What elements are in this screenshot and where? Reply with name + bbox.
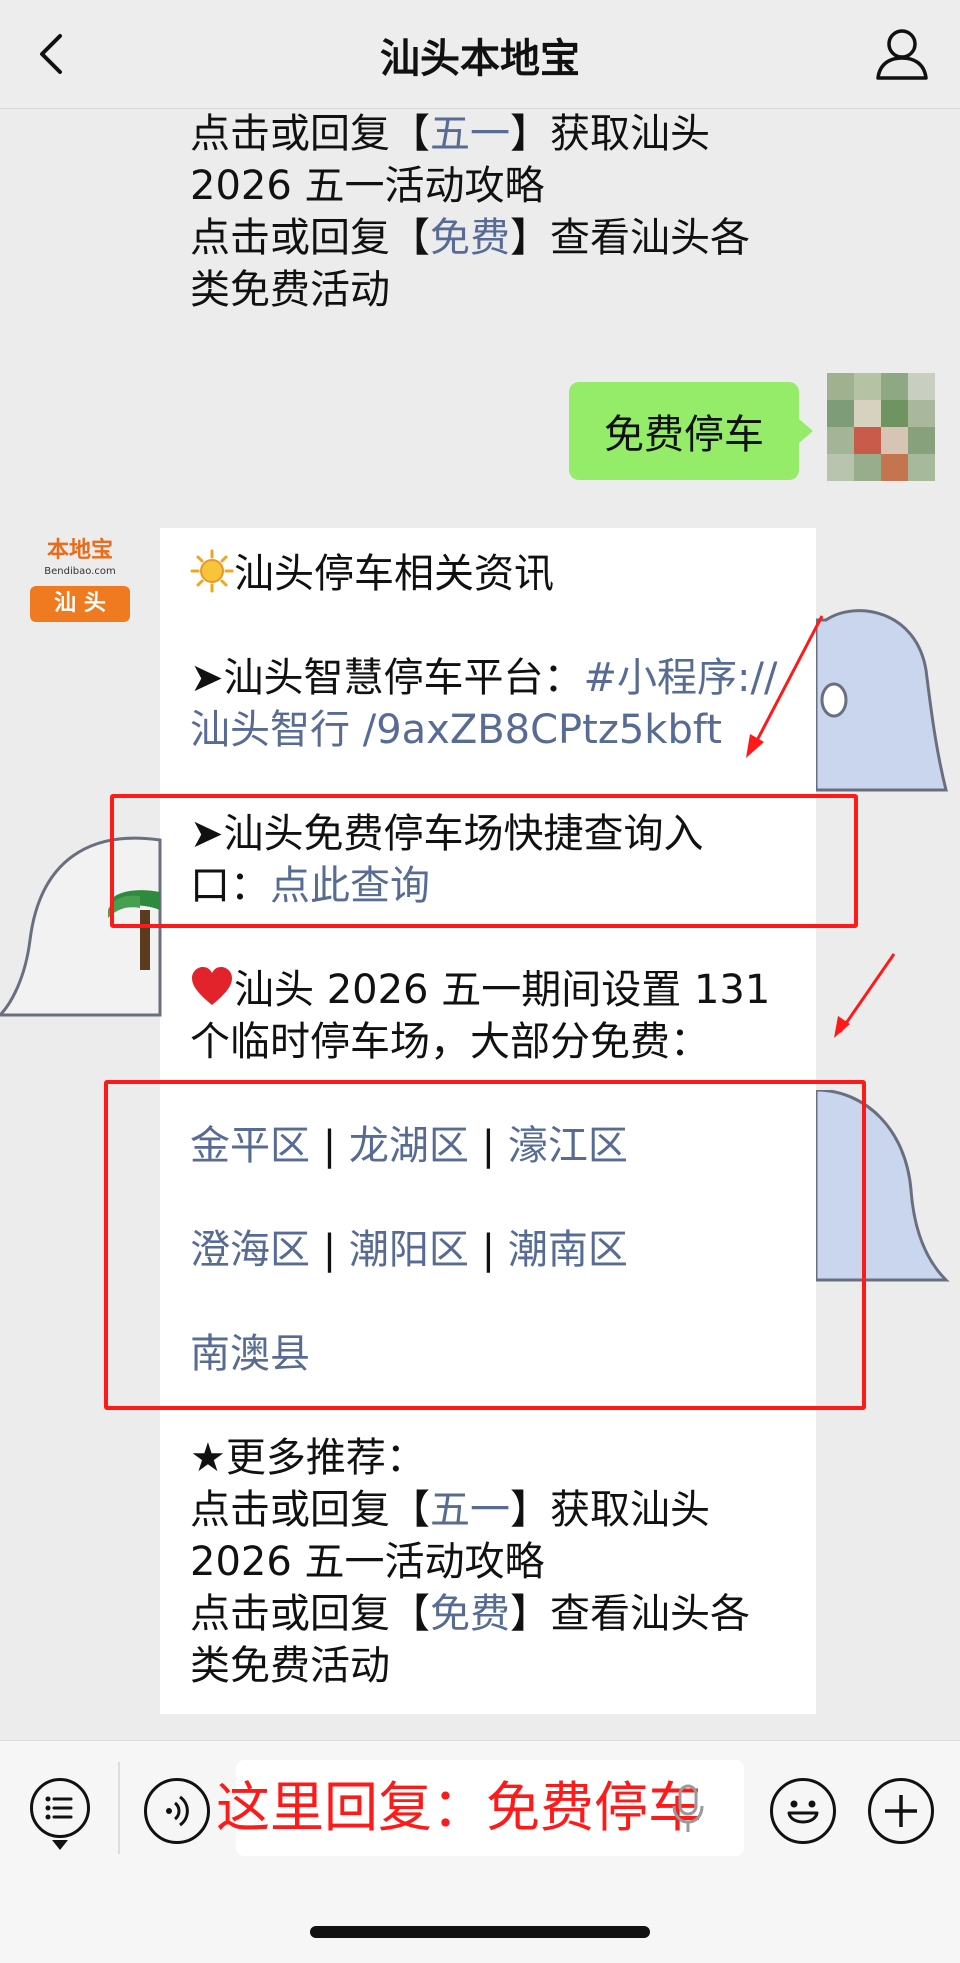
- mini-program-link-continued[interactable]: 汕头智行 /9axZB8CPtz5kbft: [190, 707, 722, 753]
- message-line: 2026 五一活动攻略: [190, 163, 545, 209]
- message-line: 2026 五一活动攻略: [190, 1539, 545, 1585]
- annotation-box-districts: [104, 1080, 866, 1410]
- brand-logo-text: 本地宝: [46, 538, 113, 563]
- profile-button[interactable]: [870, 22, 934, 86]
- message-line: ★更多推荐：: [190, 1435, 426, 1481]
- voice-toggle-button[interactable]: [144, 1778, 210, 1844]
- chevron-down-icon: [52, 1840, 68, 1850]
- person-icon: [876, 29, 928, 80]
- chat-header: 汕头本地宝: [0, 0, 960, 109]
- heart-icon: [190, 965, 234, 1009]
- emoji-icon: [787, 1800, 819, 1824]
- message-line: 点击或回复【免费】查看汕头各: [190, 215, 750, 261]
- sun-icon: [190, 549, 234, 593]
- message-heading: 汕头停车相关资讯: [190, 548, 810, 600]
- reply-keyword-link[interactable]: 免费: [430, 1591, 510, 1637]
- user-message-bubble[interactable]: 免费停车: [569, 382, 813, 480]
- annotation-arrow-icon: [834, 953, 896, 1038]
- reply-keyword-link[interactable]: 五一: [430, 111, 510, 157]
- ghost-sticker-decoration: [816, 609, 948, 792]
- microphone-icon[interactable]: [668, 1782, 708, 1836]
- more-actions-button[interactable]: [868, 1778, 934, 1844]
- brand-city-badge: 汕 头: [30, 586, 130, 622]
- voice-icon: [166, 1795, 189, 1827]
- previous-message: 点击或回复【五一】获取汕头 2026 五一活动攻略 点击或回复【免费】查看汕头各…: [190, 108, 810, 316]
- reply-keyword-link[interactable]: 五一: [430, 1487, 510, 1533]
- message-line: ➤汕头智慧停车平台：#小程序://: [190, 655, 778, 701]
- annotation-box-free-lot-query: [110, 794, 858, 928]
- message-line: 点击或回复【免费】查看汕头各: [190, 1591, 750, 1637]
- message-line: 汕头 2026 五一期间设置 131: [190, 964, 810, 1016]
- message-line: 类免费活动: [190, 1643, 390, 1689]
- annotation-arrow-icon: [746, 615, 824, 758]
- user-message-text: 免费停车: [604, 412, 764, 458]
- message-line: 点击或回复【五一】获取汕头: [190, 111, 710, 157]
- reply-keyword-link[interactable]: 免费: [430, 215, 510, 261]
- user-avatar[interactable]: [827, 373, 935, 481]
- chat-title: 汕头本地宝: [380, 36, 580, 82]
- plus-icon: [885, 1795, 917, 1827]
- menu-button[interactable]: [30, 1778, 90, 1838]
- message-line: 类免费活动: [190, 267, 390, 313]
- message-line: 点击或回复【五一】获取汕头: [190, 1487, 710, 1533]
- heading-text: 汕头停车相关资讯: [234, 551, 554, 597]
- brand-logo-subtext: Bendibao.com: [44, 566, 116, 577]
- message-line: 汕头智行 /9axZB8CPtz5kbft: [190, 704, 810, 756]
- emoji-button[interactable]: [770, 1778, 836, 1844]
- menu-list-icon: [45, 1796, 73, 1820]
- input-divider: [118, 1762, 120, 1854]
- message-line: 个临时停车场，大部分免费：: [190, 1019, 710, 1065]
- home-indicator[interactable]: [310, 1926, 650, 1938]
- pixelated-avatar-image: [827, 373, 935, 481]
- official-account-avatar[interactable]: 本地宝 Bendibao.com 汕 头: [30, 536, 130, 626]
